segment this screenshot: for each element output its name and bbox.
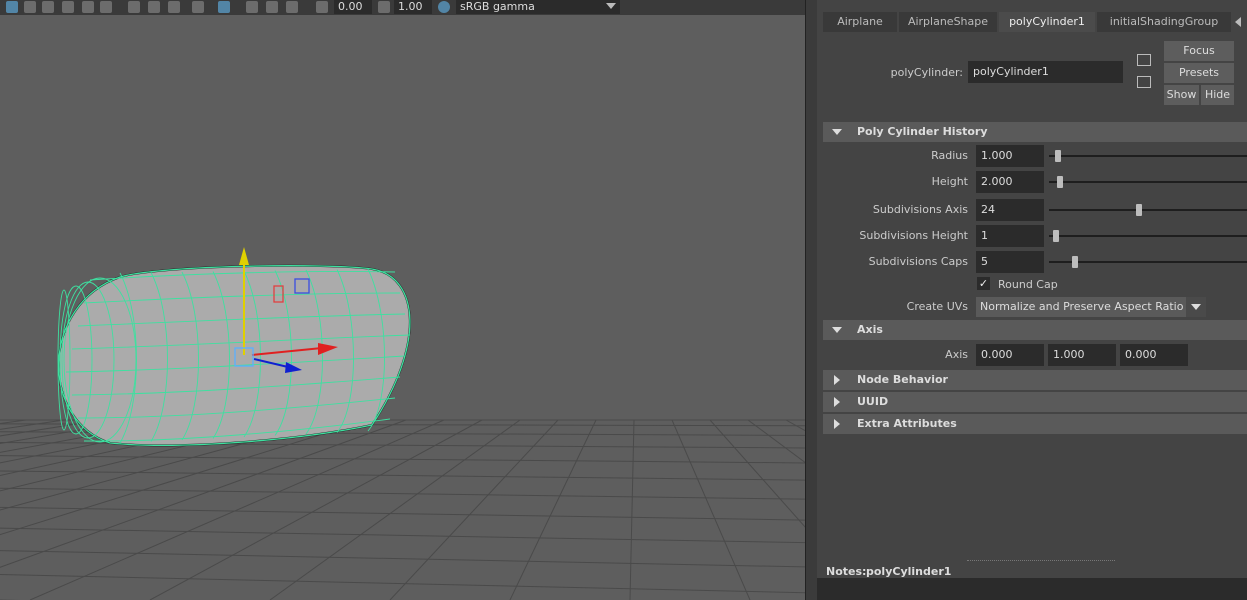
subdivisions-axis-slider-handle[interactable] — [1136, 204, 1143, 216]
collapse-arrow-icon — [834, 419, 840, 429]
xray-active-icon[interactable] — [266, 1, 278, 13]
radius-field[interactable]: 1.000 — [976, 145, 1044, 167]
subdivisions-axis-slider-track[interactable] — [1049, 209, 1247, 211]
section-title: Extra Attributes — [857, 417, 957, 430]
wireframe-shaded-icon[interactable] — [6, 1, 18, 13]
subdivisions-axis-field[interactable]: 24 — [976, 199, 1044, 221]
notes-resize-handle[interactable] — [967, 560, 1115, 561]
show-button[interactable]: Show — [1164, 85, 1199, 105]
default-material-icon[interactable] — [24, 1, 36, 13]
tab-poly-cylinder[interactable]: polyCylinder1 — [999, 12, 1095, 32]
node-name-field[interactable]: polyCylinder1 — [968, 61, 1123, 83]
subdivisions-height-label: Subdivisions Height — [859, 229, 968, 242]
subdivisions-height-field[interactable]: 1 — [976, 225, 1044, 247]
tab-airplane-shape[interactable]: AirplaneShape — [899, 12, 997, 32]
anti-aliasing-icon[interactable] — [168, 1, 180, 13]
textured-icon[interactable] — [42, 1, 54, 13]
section-title: Poly Cylinder History — [857, 125, 988, 138]
extra-attributes-section-header[interactable]: Extra Attributes — [823, 414, 1247, 434]
poly-cylinder-mesh — [57, 264, 411, 447]
attribute-editor: Airplane AirplaneShape polyCylinder1 ini… — [817, 0, 1247, 600]
shadows-icon[interactable] — [100, 1, 112, 13]
expand-arrow-icon — [832, 129, 842, 135]
section-title: UUID — [857, 395, 889, 408]
subdivisions-height-slider-track[interactable] — [1049, 235, 1247, 237]
notes-node-name: polyCylinder1 — [866, 565, 952, 578]
subdivisions-caps-slider-handle[interactable] — [1071, 256, 1078, 268]
viewport-scene[interactable] — [0, 15, 805, 600]
height-slider-handle[interactable] — [1056, 176, 1063, 188]
focus-button[interactable]: Focus — [1164, 41, 1234, 61]
uuid-section-header[interactable]: UUID — [823, 392, 1247, 412]
round-cap-checkbox[interactable]: ✓ — [977, 277, 990, 290]
create-uvs-dropdown[interactable]: Normalize and Preserve Aspect Ratio — [976, 297, 1206, 317]
create-uvs-label: Create UVs — [906, 300, 968, 313]
axis-z-field[interactable]: 0.000 — [1120, 344, 1188, 366]
subdivisions-caps-slider-track[interactable] — [1049, 261, 1247, 263]
section-title: Node Behavior — [857, 373, 948, 386]
axis-x-field[interactable]: 0.000 — [976, 344, 1044, 366]
round-cap-label: Round Cap — [998, 278, 1058, 291]
viewport-toolbar: 0.00 1.00 sRGB gamma — [0, 0, 805, 15]
tab-scroll-left-icon[interactable] — [1235, 17, 1241, 27]
exposure-icon[interactable] — [316, 1, 328, 13]
output-connection-icon[interactable] — [1137, 76, 1151, 88]
radius-label: Radius — [931, 149, 968, 162]
chevron-down-icon — [1186, 297, 1206, 317]
create-uvs-value: Normalize and Preserve Aspect Ratio — [980, 300, 1184, 313]
node-behavior-section-header[interactable]: Node Behavior — [823, 370, 1247, 390]
notes-bar: Notes: polyCylinder1 — [817, 562, 1247, 578]
input-connection-icon[interactable] — [1137, 54, 1151, 66]
ambient-occlusion-icon[interactable] — [128, 1, 140, 13]
height-label: Height — [931, 175, 968, 188]
color-management-icon[interactable] — [438, 1, 450, 13]
tab-airplane[interactable]: Airplane — [823, 12, 897, 32]
gamma-icon[interactable] — [378, 1, 390, 13]
expand-arrow-icon — [832, 327, 842, 333]
axis-section-header[interactable]: Axis — [823, 320, 1247, 340]
presets-button[interactable]: Presets — [1164, 63, 1234, 83]
subdivisions-caps-label: Subdivisions Caps — [868, 255, 968, 268]
radius-slider-track[interactable] — [1049, 155, 1247, 157]
xray-joints-icon[interactable] — [246, 1, 258, 13]
viewport-panel[interactable]: 0.00 1.00 sRGB gamma — [0, 0, 805, 600]
isolate-select-icon[interactable] — [192, 1, 204, 13]
xray-icon[interactable] — [218, 1, 230, 13]
tab-initial-shading-group[interactable]: initialShadingGroup — [1097, 12, 1231, 32]
exposure-field[interactable]: 0.00 — [334, 0, 372, 14]
subdivisions-axis-label: Subdivisions Axis — [872, 203, 968, 216]
lights-icon[interactable] — [82, 1, 94, 13]
subdivisions-caps-field[interactable]: 5 — [976, 251, 1044, 273]
height-slider-track[interactable] — [1049, 181, 1247, 183]
panel-splitter[interactable] — [805, 0, 817, 600]
motion-blur-icon[interactable] — [148, 1, 160, 13]
axis-y-field[interactable]: 1.000 — [1048, 344, 1116, 366]
chevron-down-icon — [606, 3, 616, 9]
radius-slider-handle[interactable] — [1054, 150, 1061, 162]
height-field[interactable]: 2.000 — [976, 171, 1044, 193]
checker-icon[interactable] — [62, 1, 74, 13]
node-type-label: polyCylinder: — [890, 66, 963, 79]
view-transform-label: sRGB gamma — [460, 0, 535, 13]
gamma-field[interactable]: 1.00 — [394, 0, 432, 14]
notes-label: Notes: — [826, 565, 867, 578]
view-transform-dropdown[interactable]: sRGB gamma — [456, 0, 620, 14]
ground-grid — [0, 419, 805, 600]
grid-toggle-icon[interactable] — [286, 1, 298, 13]
axis-label: Axis — [945, 348, 968, 361]
collapse-arrow-icon — [834, 397, 840, 407]
node-tabs: Airplane AirplaneShape polyCylinder1 ini… — [817, 12, 1247, 32]
subdivisions-height-slider-handle[interactable] — [1052, 230, 1059, 242]
collapse-arrow-icon — [834, 375, 840, 385]
notes-textarea[interactable] — [817, 578, 1247, 600]
hide-button[interactable]: Hide — [1201, 85, 1234, 105]
section-title: Axis — [857, 323, 883, 336]
poly-cylinder-history-header[interactable]: Poly Cylinder History — [823, 122, 1247, 142]
